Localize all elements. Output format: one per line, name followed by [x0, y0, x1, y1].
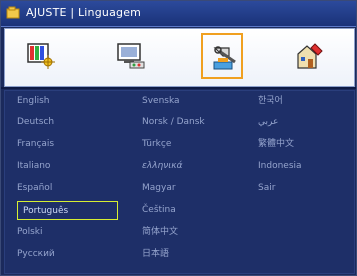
setup-icon: [6, 6, 20, 19]
language-option[interactable]: ελληνικά: [142, 157, 183, 175]
language-option[interactable]: Español: [17, 179, 52, 197]
language-list: English Deutsch Français Italiano Españo…: [4, 90, 355, 274]
language-option[interactable]: Svenska: [142, 92, 180, 110]
language-option-selected[interactable]: Português: [17, 201, 118, 220]
exit-option[interactable]: Sair: [258, 179, 275, 197]
language-option[interactable]: 日本語: [142, 245, 169, 263]
language-option[interactable]: Türkçe: [142, 135, 171, 153]
tab-options[interactable]: [289, 33, 331, 79]
tab-setup[interactable]: [201, 33, 243, 79]
title-bar: AJUSTE | Linguagem: [1, 1, 356, 27]
language-option[interactable]: 한국어: [258, 92, 283, 110]
language-option[interactable]: Français: [17, 135, 54, 153]
language-option[interactable]: Čeština: [142, 201, 176, 219]
options-settings-icon: [297, 43, 323, 69]
language-option[interactable]: Norsk / Dansk: [142, 113, 205, 131]
language-option[interactable]: Italiano: [17, 157, 50, 175]
language-option[interactable]: English: [17, 92, 50, 110]
language-option[interactable]: Русский: [17, 245, 55, 263]
language-option[interactable]: عربي: [258, 113, 278, 131]
image-settings-icon: [27, 43, 55, 69]
osd-menu: AJUSTE | Linguagem English Deutsch Franç…: [0, 0, 357, 276]
language-option[interactable]: 繁體中文: [258, 135, 294, 153]
setup-settings-icon: [213, 46, 236, 70]
tab-display[interactable]: [110, 33, 152, 79]
language-option[interactable]: 简体中文: [142, 223, 178, 241]
tab-image[interactable]: [20, 33, 62, 79]
language-option[interactable]: Polski: [17, 223, 43, 241]
menu-tabs: [4, 28, 355, 87]
page-title: AJUSTE | Linguagem: [26, 6, 142, 19]
language-option[interactable]: Deutsch: [17, 113, 54, 131]
language-option[interactable]: Indonesia: [258, 157, 302, 175]
language-option[interactable]: Magyar: [142, 179, 176, 197]
display-settings-icon: [117, 43, 145, 69]
divider: [1, 87, 356, 89]
